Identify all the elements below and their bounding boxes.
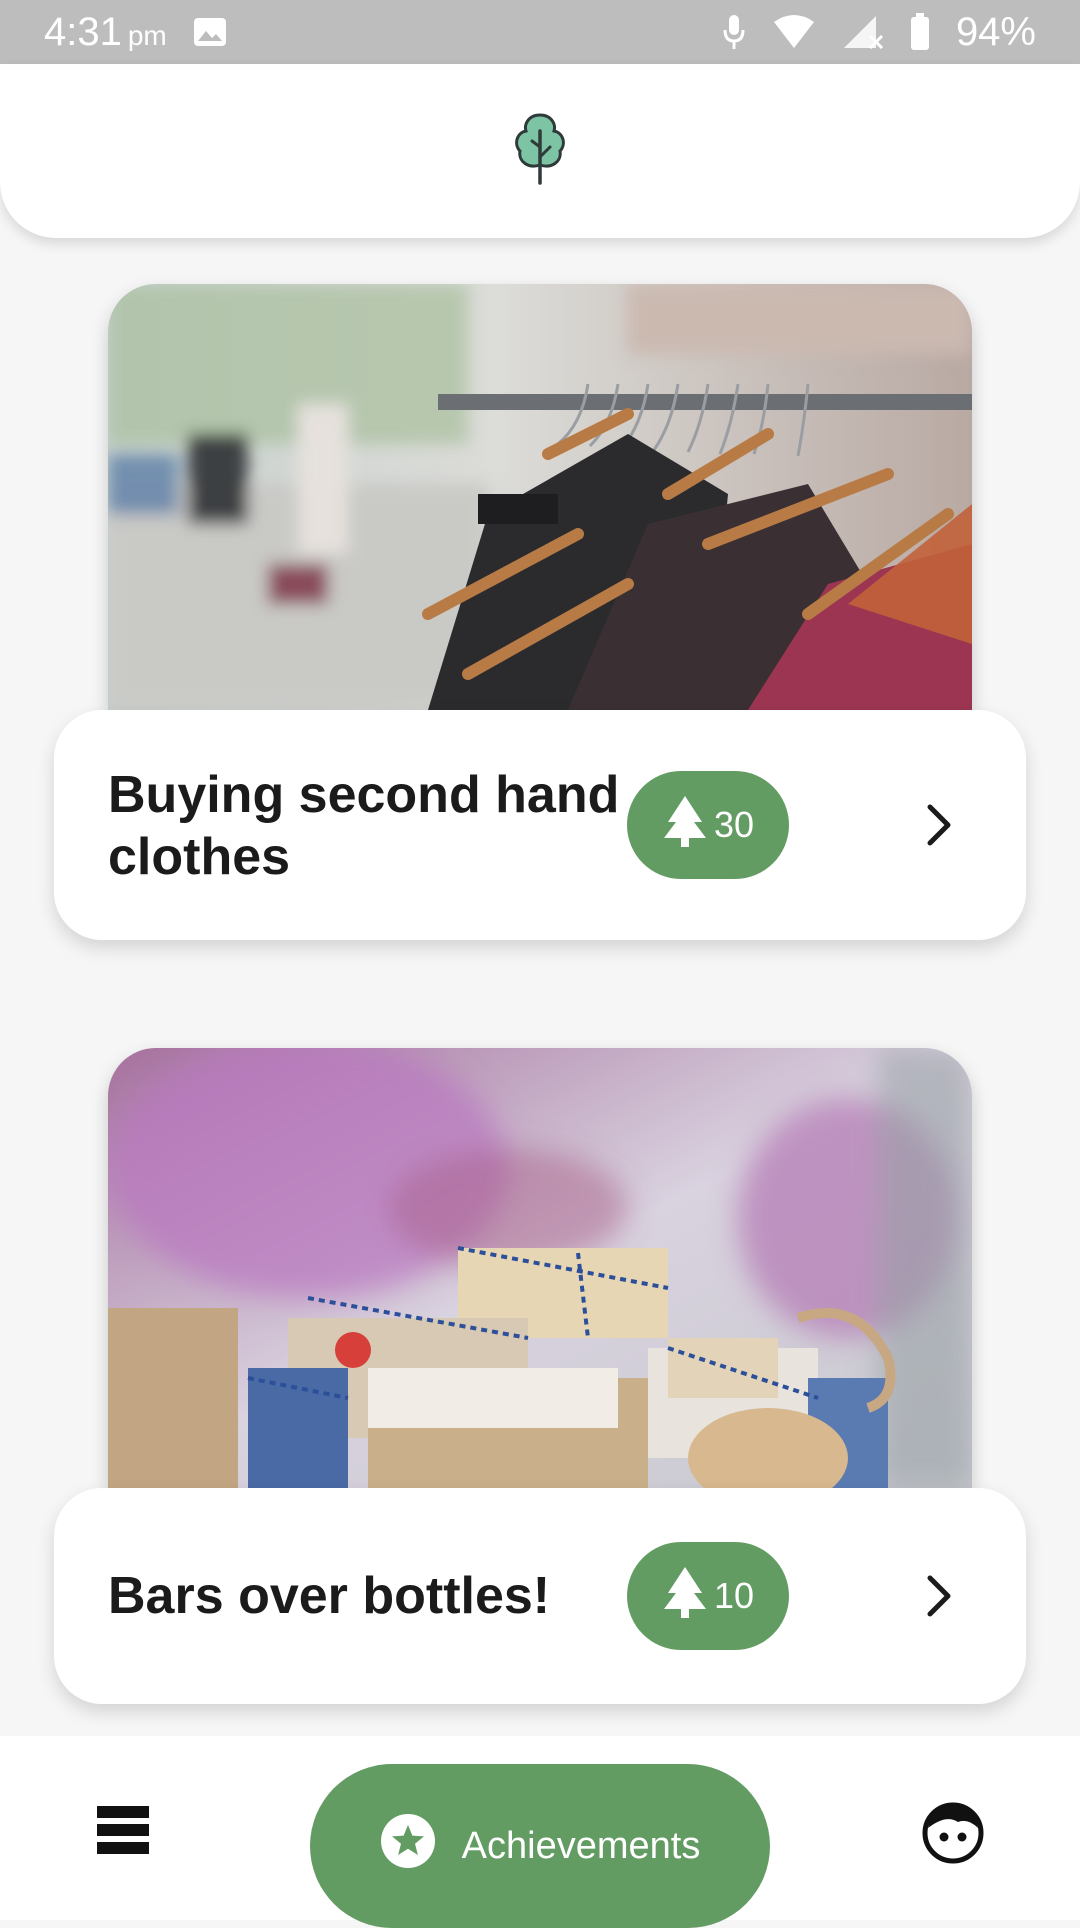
- microphone-icon: [722, 13, 746, 51]
- profile-face-icon[interactable]: [922, 1802, 984, 1864]
- pine-tree-icon: [662, 1565, 708, 1628]
- achievements-label: Achievements: [461, 1824, 701, 1867]
- activity-card-bars-over-bottles[interactable]: Bars over bottles! 10: [54, 1488, 1026, 1704]
- clothing-rack-photo[interactable]: [108, 284, 972, 710]
- battery-percent: 94%: [955, 9, 1036, 54]
- card-title: Buying second hand clothes: [108, 766, 620, 886]
- battery-icon: [910, 13, 930, 51]
- card-title: Bars over bottles!: [108, 1567, 551, 1625]
- points-value: 10: [713, 1575, 755, 1616]
- status-time: 4:31 pm: [44, 9, 167, 54]
- tree-icon: [510, 111, 570, 192]
- wifi-icon: [772, 14, 816, 50]
- points-badge: 10: [627, 1542, 789, 1650]
- bottom-navigation: Achievements: [0, 1736, 1080, 1928]
- points-badge: 30: [627, 771, 789, 879]
- cell-signal-icon: [842, 14, 884, 50]
- list-view-icon[interactable]: [95, 1802, 155, 1858]
- status-bar-right: 94%: [722, 10, 1036, 55]
- pine-tree-icon: [662, 794, 708, 857]
- star-badge-icon: [380, 1813, 436, 1879]
- soap-bars-photo[interactable]: [108, 1048, 972, 1488]
- status-bar-left: 4:31 pm: [44, 10, 227, 55]
- points-value: 30: [713, 804, 755, 845]
- gallery-icon: [193, 17, 227, 47]
- achievements-button[interactable]: Achievements: [310, 1764, 770, 1928]
- chevron-right-icon[interactable]: [904, 1561, 974, 1631]
- chevron-right-icon[interactable]: [904, 790, 974, 860]
- activity-card-second-hand-clothes[interactable]: Buying second hand clothes 30: [54, 710, 1026, 940]
- app-header: [0, 64, 1080, 238]
- status-bar: 4:31 pm 94%: [0, 0, 1080, 64]
